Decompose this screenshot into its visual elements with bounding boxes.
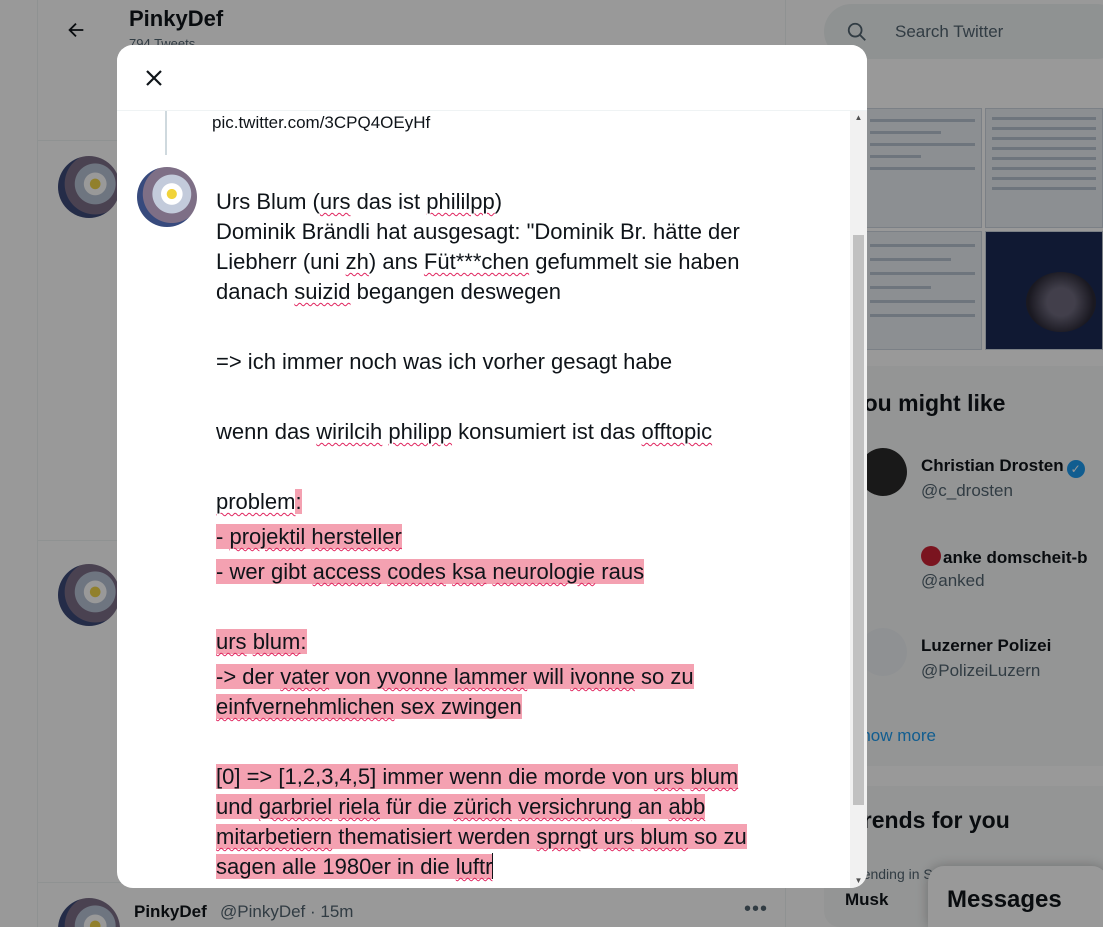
text-line: wenn das wirilcih philipp konsumiert ist… — [216, 419, 713, 444]
tweet-textarea[interactable]: Urs Blum (urs das ist phililpp) Dominik … — [216, 187, 836, 882]
modal-header — [117, 45, 867, 111]
close-icon — [146, 70, 162, 86]
text-line: - wer gibt access codes ksa neurologie r… — [216, 559, 645, 584]
text-line: Urs Blum (urs das ist phililpp) — [216, 189, 503, 214]
avatar — [137, 167, 197, 227]
text-line: - projektil hersteller — [216, 524, 402, 549]
text-line: danach suizid begangen deswegen — [216, 279, 561, 304]
text-caret — [492, 853, 494, 879]
compose-modal: pic.twitter.com/3CPQ4OEyHf Urs Blum (urs… — [117, 45, 867, 888]
text-line: Liebherr (uni zh) ans Füt***chen gefumme… — [216, 249, 740, 274]
text-line: problem: — [216, 489, 302, 514]
close-button[interactable] — [137, 61, 171, 95]
text-line: und garbriel riela für die zürich versic… — [216, 794, 706, 819]
text-line: mitarbetiern thematisiert werden sprngt … — [216, 824, 747, 849]
text-line: sagen alle 1980er in die luftr — [216, 853, 494, 879]
text-line: urs blum: — [216, 629, 307, 654]
scroll-down-arrow-icon[interactable]: ▼ — [850, 874, 867, 888]
text-line: einfvernehmlichen sex zwingen — [216, 694, 522, 719]
modal-content: pic.twitter.com/3CPQ4OEyHf Urs Blum (urs… — [117, 111, 850, 888]
modal-scrollbar[interactable]: ▲ ▼ — [850, 111, 867, 888]
text-line: Dominik Brändli hat ausgesagt: "Dominik … — [216, 219, 740, 244]
text-line: -> der vater von yvonne lammer will ivon… — [216, 664, 694, 689]
quoted-link[interactable]: pic.twitter.com/3CPQ4OEyHf — [212, 113, 430, 133]
scroll-thumb[interactable] — [853, 235, 864, 805]
scroll-up-arrow-icon[interactable]: ▲ — [850, 111, 867, 125]
thread-connector — [165, 111, 167, 155]
text-line: [0] => [1,2,3,4,5] immer wenn die morde … — [216, 764, 739, 789]
text-line: => ich immer noch was ich vorher gesagt … — [216, 349, 673, 374]
